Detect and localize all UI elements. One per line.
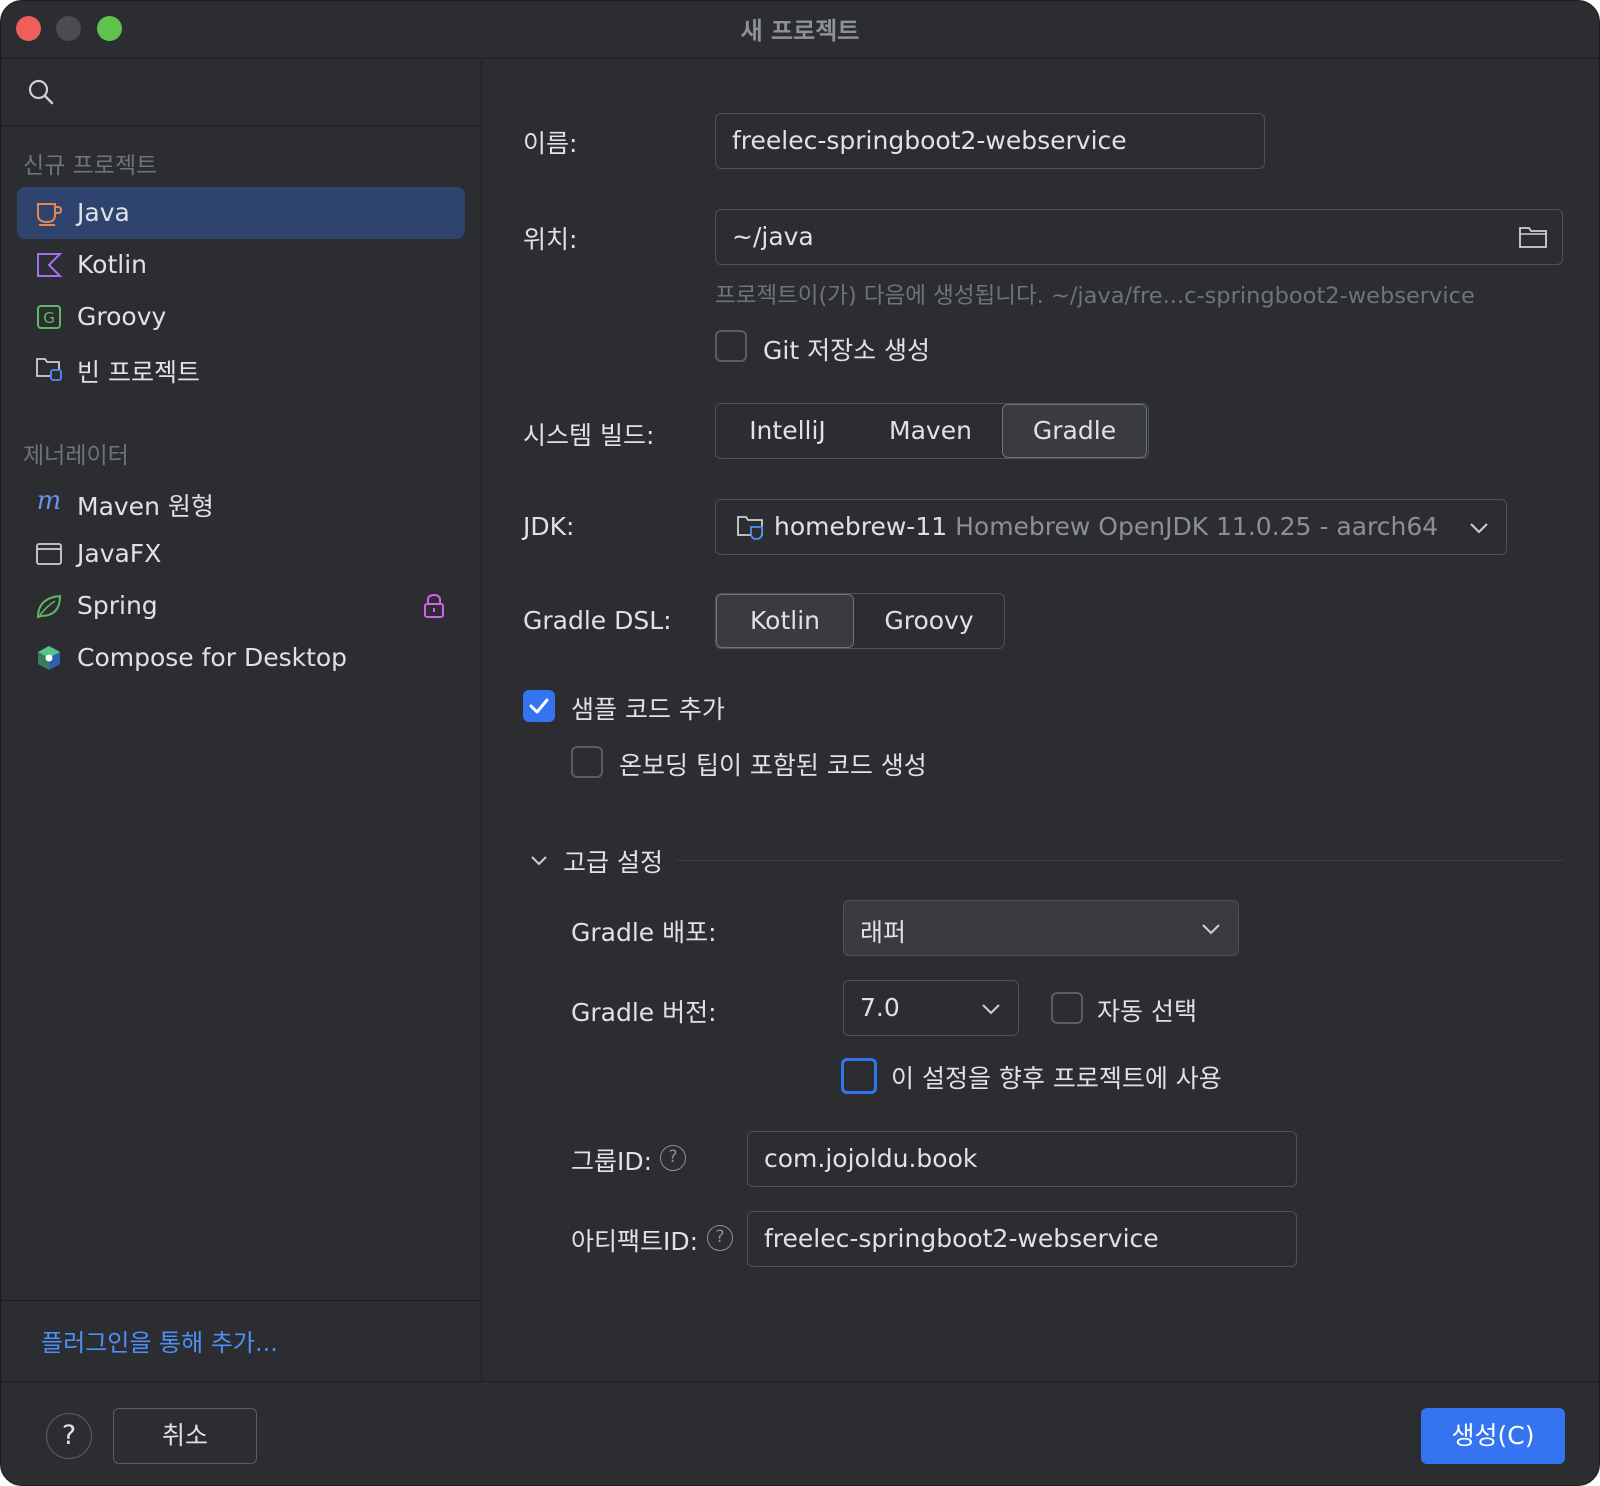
title-bar: 새 프로젝트 <box>1 1 1599 59</box>
chevron-down-icon <box>982 1004 1000 1015</box>
sidebar-item-spring[interactable]: Spring <box>17 580 465 632</box>
svg-text:m: m <box>37 488 62 516</box>
gradle-dsl-selector: Kotlin Groovy <box>715 593 1005 649</box>
gradle-distribution-dropdown[interactable]: 래퍼 <box>843 900 1239 956</box>
window-title: 새 프로젝트 <box>740 17 860 45</box>
build-option-maven[interactable]: Maven <box>859 404 1002 458</box>
build-option-gradle[interactable]: Gradle <box>1002 404 1147 458</box>
sidebar-item-label: Maven 원형 <box>77 492 214 521</box>
location-value: ~/java <box>732 222 814 251</box>
git-repo-label: Git 저장소 생성 <box>763 336 931 365</box>
kotlin-icon <box>37 253 63 277</box>
cancel-button[interactable]: 취소 <box>113 1408 257 1464</box>
checkmark-icon <box>529 698 549 714</box>
auto-select-label: 자동 선택 <box>1097 997 1197 1026</box>
sidebar-item-label: JavaFX <box>77 539 162 568</box>
chevron-down-icon <box>1470 523 1488 534</box>
name-label: 이름: <box>523 129 578 158</box>
java-cup-icon <box>37 203 63 226</box>
compose-icon <box>38 646 60 670</box>
sidebar-item-empty-project[interactable]: 빈 프로젝트 <box>17 342 465 394</box>
sidebar-item-label: Spring <box>77 591 158 620</box>
dialog-footer: ? 취소 생성(C) <box>1 1381 1599 1485</box>
create-button[interactable]: 생성(C) <box>1421 1408 1565 1464</box>
sidebar-item-kotlin[interactable]: Kotlin <box>17 239 465 291</box>
artifact-id-help-icon[interactable]: ? <box>707 1225 733 1251</box>
onboarding-tips-checkbox[interactable] <box>571 746 603 778</box>
sidebar-item-label: 빈 프로젝트 <box>77 358 200 387</box>
sidebar-item-label: Kotlin <box>77 250 147 279</box>
sidebar-item-label: Java <box>77 198 130 227</box>
gradle-distribution-label: Gradle 배포: <box>571 918 717 947</box>
artifact-id-label: 아티팩트ID: <box>571 1227 699 1256</box>
gradle-dsl-label: Gradle DSL: <box>523 606 672 635</box>
search-icon[interactable] <box>27 78 55 106</box>
gradle-version-dropdown[interactable]: 7.0 <box>843 980 1019 1036</box>
project-settings-panel: 이름: freelec-springboot2-webservice 위치: ~… <box>483 60 1599 1381</box>
maven-icon: m <box>37 488 62 516</box>
new-project-dialog: 새 프로젝트 신규 프로젝트 Java Kotlin G Groovy 빈 프로… <box>0 0 1600 1486</box>
location-label: 위치: <box>523 225 578 254</box>
gradle-version-label: Gradle 버전: <box>571 998 717 1027</box>
browse-folder-icon[interactable] <box>1518 223 1548 251</box>
empty-project-icon <box>36 358 62 381</box>
build-system-label: 시스템 빌드: <box>523 421 655 450</box>
location-input[interactable]: ~/java <box>715 209 1563 265</box>
sidebar-item-label: Compose for Desktop <box>77 643 348 672</box>
sample-code-checkbox[interactable] <box>523 690 555 722</box>
svg-text:G: G <box>43 309 55 327</box>
artifact-id-input[interactable]: freelec-springboot2-webservice <box>747 1211 1297 1267</box>
jdk-dropdown[interactable]: homebrew-11 Homebrew OpenJDK 11.0.25 - a… <box>715 499 1507 555</box>
dsl-option-kotlin[interactable]: Kotlin <box>716 594 854 648</box>
advanced-settings-toggle[interactable]: 고급 설정 <box>563 843 663 879</box>
sidebar-item-compose-desktop[interactable]: Compose for Desktop <box>17 632 465 684</box>
name-input[interactable]: freelec-springboot2-webservice <box>715 113 1265 169</box>
sidebar-item-java[interactable]: Java <box>17 187 465 239</box>
use-for-future-projects-label: 이 설정을 향후 프로젝트에 사용 <box>891 1064 1222 1093</box>
section-divider <box>675 860 1565 861</box>
chevron-down-icon <box>1202 924 1220 935</box>
gradle-distribution-value: 래퍼 <box>860 918 907 947</box>
spring-leaf-icon <box>36 594 62 619</box>
gradle-version-value: 7.0 <box>860 993 900 1022</box>
lock-icon <box>424 593 444 618</box>
build-option-intellij[interactable]: IntelliJ <box>716 404 859 458</box>
sidebar-search[interactable] <box>1 60 481 126</box>
use-for-future-projects-checkbox[interactable] <box>841 1058 877 1094</box>
help-button[interactable]: ? <box>46 1413 92 1459</box>
sample-code-label: 샘플 코드 추가 <box>571 695 725 724</box>
sidebar-footer: 플러그인을 통해 추가... <box>1 1300 481 1382</box>
jdk-folder-icon <box>737 516 763 540</box>
build-system-selector: IntelliJ Maven Gradle <box>715 403 1149 459</box>
chevron-down-icon[interactable] <box>529 854 549 868</box>
sidebar-item-maven-archetype[interactable]: m Maven 원형 <box>17 476 465 528</box>
javafx-window-icon <box>36 543 62 565</box>
sidebar-item-label: Groovy <box>77 302 167 331</box>
jdk-label: JDK: <box>523 512 575 541</box>
dsl-option-groovy[interactable]: Groovy <box>854 594 1004 648</box>
onboarding-tips-label: 온보딩 팁이 포함된 코드 생성 <box>619 751 927 780</box>
sidebar-item-groovy[interactable]: G Groovy <box>17 291 465 343</box>
section-heading-generators: 제너레이터 <box>23 443 129 469</box>
jdk-name: homebrew-11 <box>774 512 948 541</box>
jdk-detail: Homebrew OpenJDK 11.0.25 - aarch64 <box>955 512 1439 541</box>
group-id-help-icon[interactable]: ? <box>660 1145 686 1171</box>
location-hint: 프로젝트이(가) 다음에 생성됩니다. ~/java/fre...c-sprin… <box>715 283 1475 309</box>
git-repo-checkbox[interactable] <box>715 330 747 362</box>
section-heading-new-project: 신규 프로젝트 <box>23 153 158 179</box>
groovy-icon: G <box>37 305 61 329</box>
add-via-plugins-link[interactable]: 플러그인을 통해 추가... <box>41 1323 278 1358</box>
sidebar-item-javafx[interactable]: JavaFX <box>17 528 465 580</box>
group-id-label: 그룹ID: <box>571 1147 653 1176</box>
sidebar: 신규 프로젝트 Java Kotlin G Groovy 빈 프로젝트 제너레이… <box>1 60 482 1381</box>
group-id-input[interactable]: com.jojoldu.book <box>747 1131 1297 1187</box>
auto-select-checkbox[interactable] <box>1051 992 1083 1024</box>
